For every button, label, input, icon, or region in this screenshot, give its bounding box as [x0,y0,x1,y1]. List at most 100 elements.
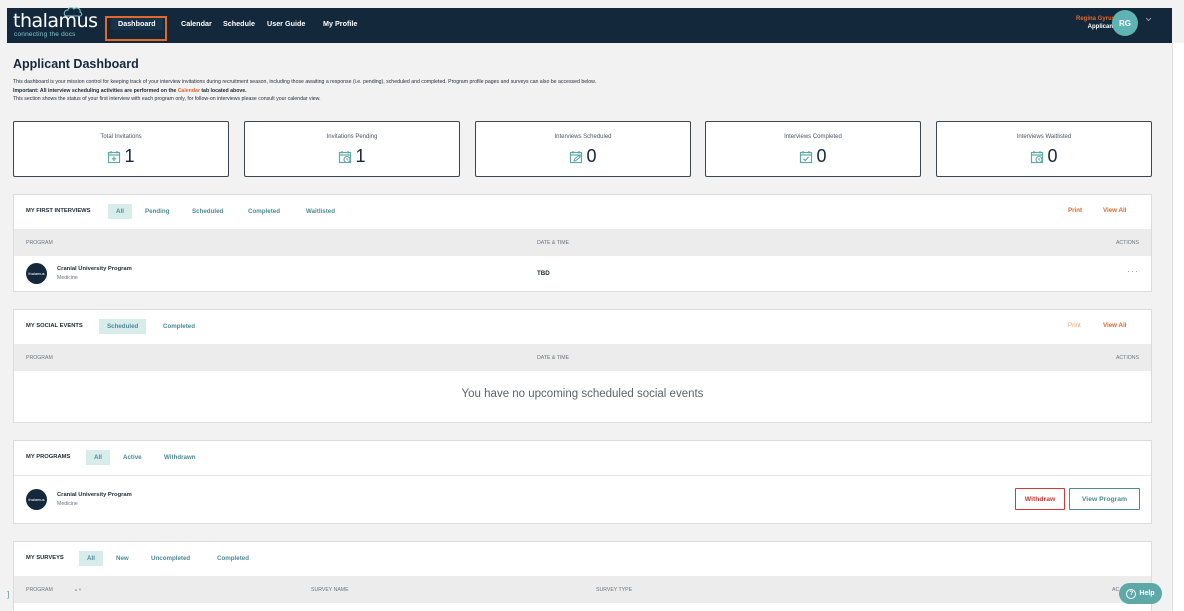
stat-card-interviews-waitlisted: Interviews Waitlisted 0 [936,121,1152,177]
intro-line-2-start: Important: All interview scheduling acti… [13,87,178,94]
stat-value: 1 [355,146,366,166]
column-date-time: DATE & TIME [537,355,570,361]
user-info[interactable]: Regina Gyrus Applicant [1076,16,1115,31]
social-events-section: MY SOCIAL EVENTS Scheduled Completed Pri… [13,309,1152,423]
calendar-check-icon [800,150,813,163]
first-interviews-section: MY FIRST INTERVIEWS All Pending Schedule… [13,194,1152,292]
stat-label: Interviews Waitlisted [1016,134,1072,140]
nav-my-profile[interactable]: My Profile [323,18,357,30]
chevron-down-icon[interactable] [1145,16,1152,23]
stat-label: Interviews Completed [784,134,842,140]
view-all-link[interactable]: View All [1103,322,1126,329]
more-actions-icon[interactable]: ··· [1127,266,1139,276]
section-title: MY SURVEYS [26,555,64,561]
tab-all[interactable]: All [108,204,132,219]
thalamus-logo[interactable]: thalamus connecting the docs [13,7,101,40]
program-logo: thalamus [26,263,47,284]
column-program: PROGRAM [26,240,53,246]
tab-active[interactable]: Active [115,450,150,465]
logo-tagline: connecting the docs [14,31,76,38]
table-header: PROGRAM DATE & TIME ACTIONS [14,229,1151,256]
stat-card-total-invitations: Total Invitations 1 [13,121,229,177]
intro-line-1: This dashboard is your mission control f… [13,79,597,85]
question-icon: ? [1126,588,1137,599]
column-actions: ACTIONS [1115,355,1139,361]
table-header: PROGRAM ▲▼ SURVEY NAME SURVEY TYPE AC [14,576,1151,603]
tab-scheduled[interactable]: Scheduled [184,204,231,219]
intro-line-3: This section shows the status of your fi… [13,96,321,103]
section-title: MY SOCIAL EVENTS [26,323,83,329]
tab-completed[interactable]: Completed [155,319,203,334]
column-survey-name: SURVEY NAME [311,587,349,593]
help-label: Help [1139,590,1155,597]
brain-icon [63,7,83,17]
stat-label: Invitations Pending [326,134,378,140]
user-role: Applicant [1087,23,1115,30]
sort-icon[interactable]: ▲▼ [74,587,82,592]
program-logo: thalamus [26,489,47,510]
stat-value: 1 [124,146,135,166]
tab-withdrawn[interactable]: Withdrawn [156,450,204,465]
top-nav: thalamus connecting the docs Dashboard C… [7,7,1172,43]
table-header: PROGRAM DATE & TIME ACTIONS [14,344,1151,371]
tab-pending[interactable]: Pending [137,204,177,219]
left-bracket-icon: ] [7,590,10,599]
program-name: Cranial University Program [57,492,132,498]
list-item: thalamus Cranial University Program Medi… [14,475,1151,524]
tab-uncompleted[interactable]: Uncompleted [143,551,198,566]
logo-wordmark: thalamus [13,10,98,32]
table-row[interactable]: thalamus Cranial University Program Medi… [14,256,1151,292]
stat-label: Interviews Scheduled [554,134,612,140]
calendar-plus-icon [108,150,121,163]
interview-datetime: TBD [537,270,550,277]
stat-value: 0 [586,146,597,166]
user-name: Regina Gyrus [1075,16,1115,22]
page-title: Applicant Dashboard [13,57,139,71]
avatar[interactable]: RG [1112,10,1138,36]
intro-line-2-end: tab located above. [199,87,247,94]
stat-label: Total Invitations [100,134,142,140]
tab-completed[interactable]: Completed [240,204,288,219]
empty-state-message: You have no upcoming scheduled social ev… [461,388,704,400]
withdraw-button[interactable]: Withdraw [1015,488,1065,510]
column-program: PROGRAM [26,355,53,361]
section-title: MY FIRST INTERVIEWS [26,208,91,214]
tab-all[interactable]: All [79,551,103,566]
tab-scheduled[interactable]: Scheduled [99,319,147,334]
column-survey-type: SURVEY TYPE [596,587,633,593]
nav-calendar[interactable]: Calendar [181,18,212,30]
view-all-link[interactable]: View All [1103,207,1126,214]
surveys-section: MY SURVEYS All New Uncompleted Completed… [13,541,1152,611]
stat-value: 0 [1047,146,1058,166]
calendar-link[interactable]: Calendar [178,88,200,94]
nav-user-guide[interactable]: User Guide [267,18,305,30]
intro-line-2: Important: All interview scheduling acti… [13,87,596,96]
calendar-clock-icon [1031,150,1044,163]
page-scrollbar[interactable] [1172,43,1184,611]
stat-card-interviews-scheduled: Interviews Scheduled 0 [475,121,691,177]
section-title: MY PROGRAMS [26,454,71,460]
column-actions: ACTIONS [1115,240,1139,246]
tab-waitlisted[interactable]: Waitlisted [298,204,343,219]
tab-new[interactable]: New [108,551,137,566]
view-program-button[interactable]: View Program [1069,488,1140,510]
calendar-clock-icon [339,150,352,163]
print-link[interactable]: Print [1068,207,1082,214]
stat-card-interviews-completed: Interviews Completed 0 [705,121,921,177]
help-button[interactable]: ? Help [1119,583,1162,604]
program-specialty: Medicine [57,275,78,281]
print-link[interactable]: Print [1068,322,1081,329]
programs-section: MY PROGRAMS All Active Withdrawn thalamu… [13,440,1152,524]
nav-schedule[interactable]: Schedule [223,18,255,30]
stat-value: 0 [816,146,827,166]
calendar-edit-icon [570,150,583,163]
tab-all[interactable]: All [86,450,110,465]
program-specialty: Medicine [57,501,78,507]
intro-text: This dashboard is your mission control f… [13,78,596,104]
column-program[interactable]: PROGRAM [26,587,53,593]
stat-card-invitations-pending: Invitations Pending 1 [244,121,460,177]
tab-completed[interactable]: Completed [209,551,257,566]
column-date-time: DATE & TIME [537,240,570,246]
program-name: Cranial University Program [57,266,132,272]
nav-dashboard[interactable]: Dashboard [111,18,163,30]
